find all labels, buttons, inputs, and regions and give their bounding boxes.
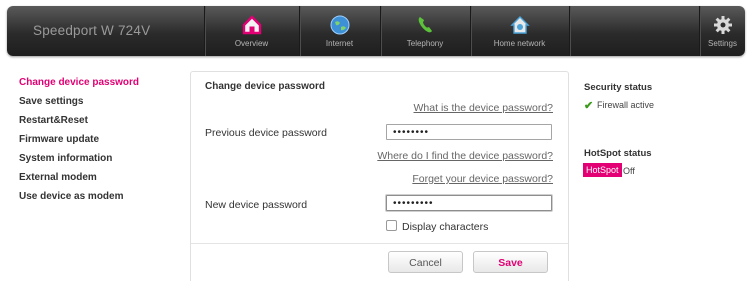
sidebar-item-external-modem[interactable]: External modem <box>19 172 139 191</box>
display-characters-checkbox[interactable] <box>386 220 397 231</box>
previous-password-field[interactable]: •••••••• <box>386 124 552 140</box>
nav-bar: Speedport W 724V Overview Internet Telep… <box>7 6 745 56</box>
nav-settings-label: Settings <box>708 39 737 48</box>
nav-telephony[interactable]: Telephony <box>381 6 469 56</box>
sidebar-item-firmware-update[interactable]: Firmware update <box>19 134 139 153</box>
sidebar-item-system-information[interactable]: System information <box>19 153 139 172</box>
save-button[interactable]: Save <box>473 251 548 273</box>
top-navigation: Speedport W 724V Overview Internet Telep… <box>0 0 747 62</box>
hotspot-state-text: Off <box>623 166 635 176</box>
nav-home-network[interactable]: Home network <box>471 6 568 56</box>
display-characters-label: Display characters <box>402 221 489 233</box>
panel-title: Change device password <box>205 81 326 92</box>
globe-icon <box>330 15 349 35</box>
new-password-label: New device password <box>205 199 308 211</box>
forgot-password-link[interactable]: Forget your device password? <box>412 173 553 185</box>
nav-internet[interactable]: Internet <box>300 6 379 56</box>
firewall-status-text: Firewall active <box>597 100 655 110</box>
home-icon <box>242 15 261 35</box>
panel-divider <box>191 243 568 244</box>
sidebar-item-change-password[interactable]: Change device password <box>19 77 139 96</box>
security-status-title: Security status <box>584 82 653 93</box>
home-network-icon <box>509 16 530 34</box>
nav-separator <box>569 6 571 56</box>
sidebar: Change device password Save settings Res… <box>19 77 139 210</box>
gear-icon <box>713 16 732 34</box>
previous-password-label: Previous device password <box>205 127 327 139</box>
where-find-password-link[interactable]: Where do I find the device password? <box>377 150 553 162</box>
change-password-panel: Change device password What is the devic… <box>190 71 569 281</box>
sidebar-item-restart-reset[interactable]: Restart&Reset <box>19 115 139 134</box>
display-characters-option[interactable]: Display characters <box>386 220 488 233</box>
nav-home-network-label: Home network <box>493 39 546 48</box>
sidebar-item-save-settings[interactable]: Save settings <box>19 96 139 115</box>
phone-icon <box>418 17 432 33</box>
nav-overview-label: Overview <box>234 39 269 48</box>
nav-settings[interactable]: Settings <box>700 6 745 56</box>
what-is-password-link[interactable]: What is the device password? <box>414 102 553 114</box>
nav-overview[interactable]: Overview <box>205 6 298 56</box>
checkmark-icon: ✔ <box>584 100 594 112</box>
hotspot-status-title: HotSpot status <box>584 148 652 159</box>
hotspot-badge: HotSpot <box>583 163 622 177</box>
cancel-button[interactable]: Cancel <box>388 251 463 273</box>
brand-title: Speedport W 724V <box>33 23 151 38</box>
nav-telephony-label: Telephony <box>406 39 444 48</box>
nav-internet-label: Internet <box>325 39 354 48</box>
new-password-field[interactable]: ••••••••• <box>386 195 552 211</box>
sidebar-item-use-as-modem[interactable]: Use device as modem <box>19 191 139 210</box>
